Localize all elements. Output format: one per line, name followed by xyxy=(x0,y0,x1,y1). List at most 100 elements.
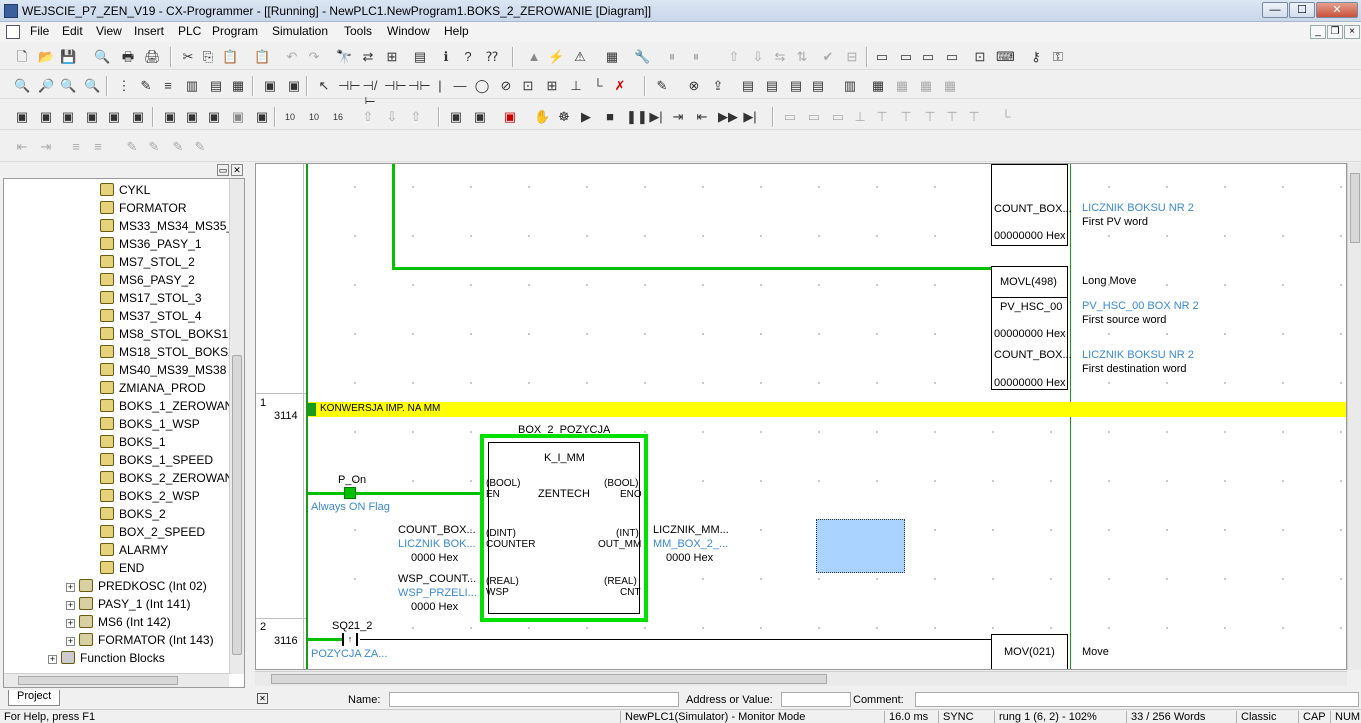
open-icon[interactable]: 📂 xyxy=(38,49,54,65)
differential-monitor-icon[interactable]: ▦ xyxy=(870,78,886,94)
pin-icon[interactable]: ▭ xyxy=(217,164,229,176)
mdi-restore-button[interactable]: ❐ xyxy=(1327,25,1343,39)
auto-online-icon[interactable]: ⚠ xyxy=(572,49,588,65)
context-help-icon[interactable]: ⁇ xyxy=(484,49,500,65)
comment-field[interactable] xyxy=(915,692,1359,707)
sfc-icon-6[interactable]: ⊤ xyxy=(898,109,914,125)
tree-item[interactable]: BOX_2_SPEED xyxy=(100,523,205,541)
outdent-icon[interactable]: ⇥ xyxy=(38,139,54,155)
force-off-icon[interactable]: ▤ xyxy=(810,78,826,94)
toggle-rung-annotation-icon[interactable]: ▭ xyxy=(920,49,936,65)
toggle-line-comments-icon[interactable]: ▭ xyxy=(944,49,960,65)
menu-view[interactable]: View xyxy=(96,24,122,38)
breakpoint-icon[interactable]: ✋ xyxy=(534,109,550,125)
menu-simulation[interactable]: Simulation xyxy=(272,24,328,38)
expand-icon[interactable]: + xyxy=(48,655,57,664)
zoom-out-icon[interactable]: 🔍 xyxy=(60,78,76,94)
name-field[interactable] xyxy=(389,692,679,707)
undo-icon[interactable]: ↶ xyxy=(284,49,300,65)
cancel-edit-icon[interactable]: ⊗ xyxy=(686,78,702,94)
tool-icon-1[interactable]: ✎ xyxy=(124,139,140,155)
program-check-icon[interactable]: ✔ xyxy=(820,49,836,65)
coil-icon[interactable]: ◯ xyxy=(474,78,490,94)
sfc-icon-2[interactable]: ▭ xyxy=(806,109,822,125)
mdi-minimize-button[interactable]: _ xyxy=(1310,25,1326,39)
transfer-edit-icon[interactable]: ⇪ xyxy=(710,78,726,94)
transfer-from-plc-icon[interactable]: ⇩ xyxy=(750,49,766,65)
copy-icon[interactable]: ⎘ xyxy=(200,49,216,65)
source-comment-link[interactable]: PV_HSC_00 BOX NR 2 xyxy=(1082,300,1199,312)
time-chart-icon[interactable]: ▦ xyxy=(918,78,934,94)
address-field[interactable] xyxy=(781,692,851,707)
tree-item[interactable]: BOKS_1_ZEROWANI xyxy=(100,397,237,415)
draw-line-icon[interactable]: └ xyxy=(590,78,606,94)
list-icon[interactable]: ≡ xyxy=(68,139,84,155)
tree-item[interactable]: MS33_MS34_MS35_F xyxy=(100,217,240,235)
print-icon[interactable]: 🖶 xyxy=(120,49,136,65)
diagram-vscroll-thumb[interactable] xyxy=(1350,173,1360,243)
tree-item[interactable]: MS8_STOL_BOKS1 xyxy=(100,325,228,343)
cross-reference-icon[interactable]: ⊞ xyxy=(384,49,400,65)
sfc-icon-4[interactable]: ⊥ xyxy=(852,109,868,125)
tree-item[interactable]: ZMIANA_PROD xyxy=(100,379,206,397)
diagram-horizontal-scrollbar[interactable] xyxy=(255,671,1347,686)
mov-instruction[interactable]: MOV(021) xyxy=(991,634,1068,669)
toggle-symbol-icon[interactable]: ⊡ xyxy=(972,49,988,65)
properties-icon[interactable]: ▤ xyxy=(412,49,428,65)
tree-item[interactable]: BOKS_2 xyxy=(100,505,166,523)
force-cancel-icon[interactable]: ▥ xyxy=(842,78,858,94)
output-window-icon[interactable]: ▣ xyxy=(38,109,54,125)
step-icon[interactable]: ▶| xyxy=(648,109,664,125)
tree-group[interactable]: + PASY_1 (Int 141) xyxy=(66,595,191,613)
play-icon[interactable]: ▶ xyxy=(578,109,594,125)
sim-stop-icon[interactable]: ▣ xyxy=(502,109,518,125)
step-run-icon[interactable]: ☸ xyxy=(556,109,572,125)
tree-item[interactable]: END xyxy=(100,559,144,577)
io-table-icon[interactable]: ⊟ xyxy=(844,49,860,65)
tree-item[interactable]: MS6_PASY_2 xyxy=(100,271,195,289)
selection-cursor[interactable] xyxy=(816,519,905,573)
toggle-address-icon[interactable]: ⌨ xyxy=(996,49,1015,65)
operand-comment-link[interactable]: LICZNIK BOKSU NR 2 xyxy=(1082,202,1194,214)
project-window-icon[interactable]: ▣ xyxy=(14,109,30,125)
tree-item[interactable]: MS36_PASY_1 xyxy=(100,235,202,253)
ct-icon[interactable]: ▣ xyxy=(286,78,302,94)
tree-item[interactable]: MS17_STOL_3 xyxy=(100,289,202,307)
movl-instruction[interactable]: MOVL(498) PV_HSC_00 00000000 Hex COUNT_B… xyxy=(991,266,1072,390)
paste-icon[interactable]: 📋 xyxy=(222,49,238,65)
toggle-comments-icon[interactable]: ▭ xyxy=(898,49,914,65)
online-edit-icon[interactable]: ✎ xyxy=(654,78,670,94)
sync-icon[interactable]: ⇅ xyxy=(794,49,810,65)
comment-icon[interactable]: ✎ xyxy=(138,78,154,94)
or-contact-icon[interactable]: ⊣⊢ xyxy=(384,78,407,94)
program-mode-icon[interactable]: ▦ xyxy=(604,49,620,65)
project-tab[interactable]: Project xyxy=(8,690,60,706)
show-output-icon[interactable]: ⚿ xyxy=(1050,49,1066,65)
expand-icon[interactable]: + xyxy=(66,637,75,646)
cross-ref-icon[interactable]: ▣ xyxy=(230,109,246,125)
minimize-button[interactable]: — xyxy=(1262,2,1288,18)
force-on-icon[interactable]: ▤ xyxy=(788,78,804,94)
tree-item[interactable]: BOKS_1_SPEED xyxy=(100,451,213,469)
tree-item[interactable]: BOKS_2_ZEROWANI xyxy=(100,469,237,487)
document-icon[interactable] xyxy=(6,25,20,39)
instruction-icon[interactable]: ⊡ xyxy=(520,78,536,94)
menu-file[interactable]: File xyxy=(30,24,49,38)
run-mode-icon[interactable]: ⏸ xyxy=(688,49,704,65)
tree-item[interactable]: MS18_STOL_BOKS2 xyxy=(100,343,235,361)
rising-edge-contact[interactable]: ↑ xyxy=(342,633,358,646)
display-10s-icon[interactable]: 10 xyxy=(306,109,322,125)
address-reference-icon[interactable]: ▣ xyxy=(84,109,100,125)
display-16-icon[interactable]: 16 xyxy=(330,109,346,125)
menu-window[interactable]: Window xyxy=(387,24,430,38)
memory-icon[interactable]: ▦ xyxy=(942,78,958,94)
sfc-icon-10[interactable]: └ xyxy=(998,109,1014,125)
delete-line-icon[interactable]: ✗ xyxy=(612,78,628,94)
tree-item[interactable]: ALARMY xyxy=(100,541,168,559)
menu-edit[interactable]: Edit xyxy=(62,24,83,38)
indent-icon[interactable]: ⇤ xyxy=(14,139,30,155)
instruction-operand-box[interactable]: COUNT_BOX... 00000000 Hex xyxy=(991,164,1072,246)
show-watch-icon[interactable]: ⚷ xyxy=(1028,49,1044,65)
print-setup-icon[interactable]: 🖨 xyxy=(144,49,161,65)
expand-icon[interactable]: + xyxy=(66,601,75,610)
